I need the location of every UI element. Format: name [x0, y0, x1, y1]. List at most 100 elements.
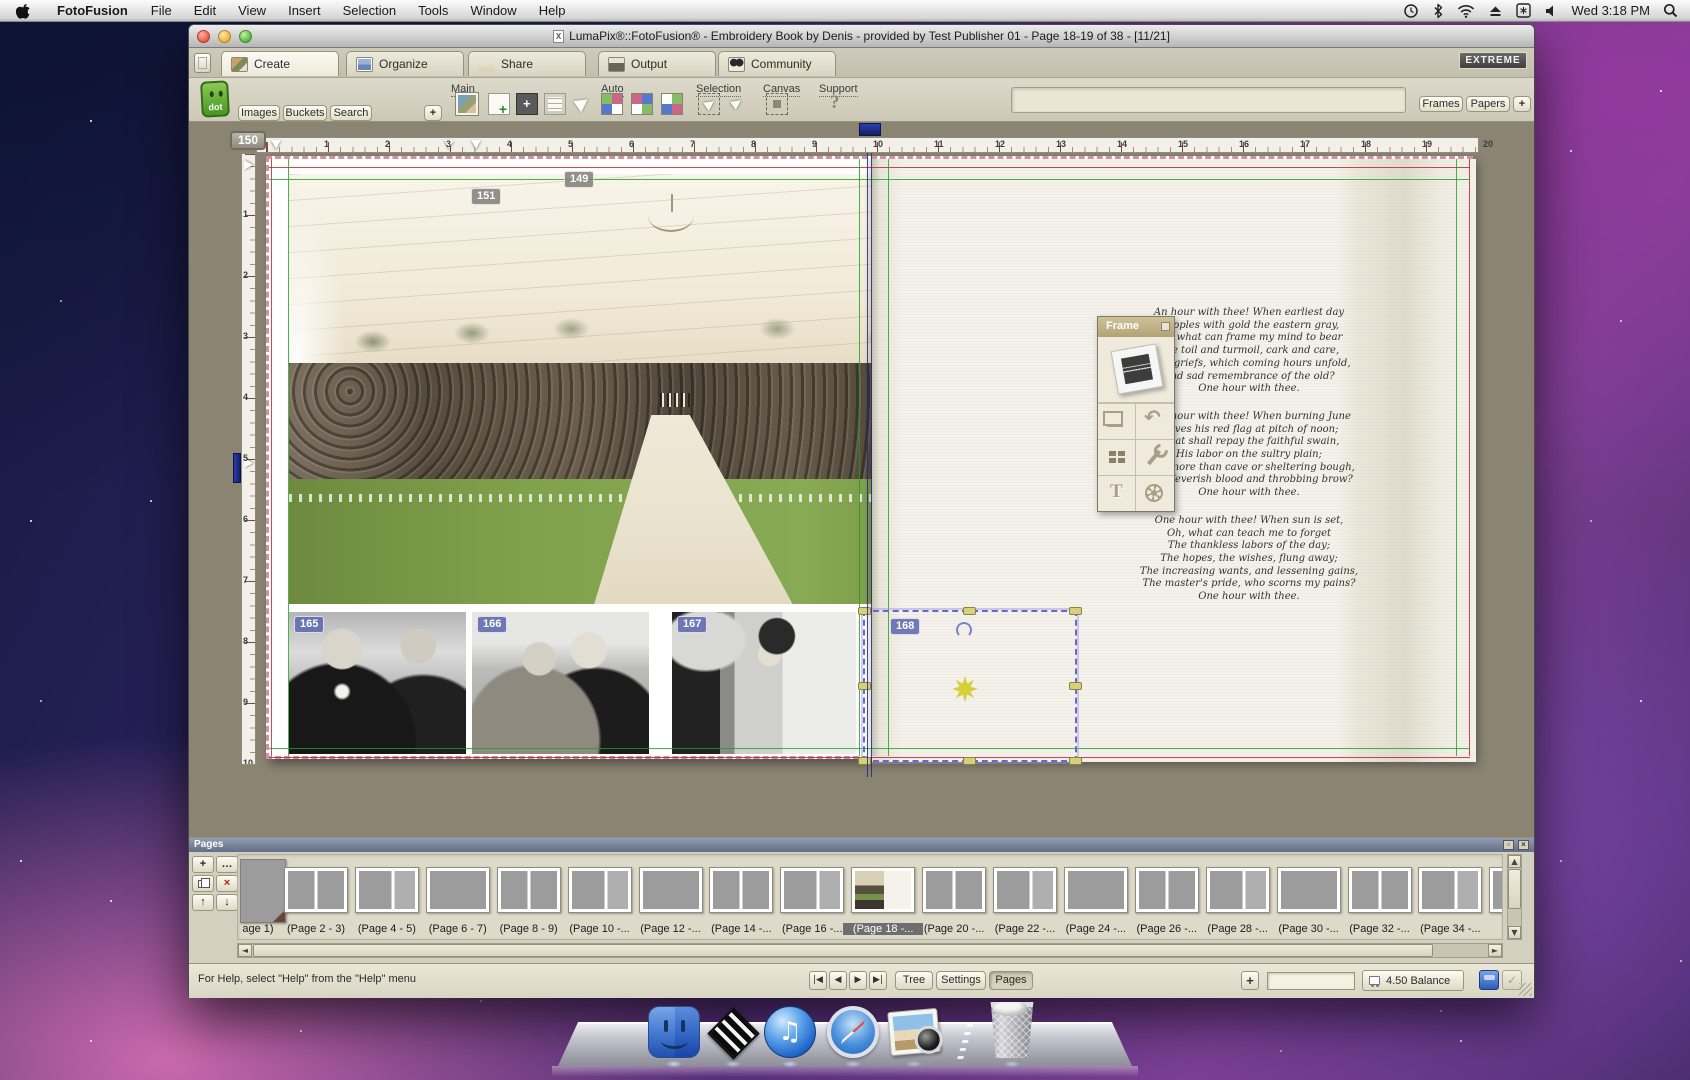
tab-organize[interactable]: Organize	[346, 51, 464, 76]
next-page-button[interactable]: ▶	[849, 971, 867, 990]
help-icon[interactable]	[824, 93, 846, 115]
dot-logo-icon[interactable]	[200, 80, 230, 117]
vertical-ruler[interactable]: 12345678910	[241, 153, 256, 765]
pages-panel-restore-button[interactable]: ▫	[1503, 840, 1514, 850]
frames-button[interactable]: Frames	[1419, 96, 1463, 112]
spotlight-icon[interactable]	[1663, 3, 1678, 18]
tree-view-button[interactable]: Tree	[895, 971, 933, 990]
flip-pointer-icon[interactable]	[572, 93, 594, 115]
papers-button[interactable]: Papers	[1466, 96, 1510, 112]
pages-horizontal-scrollbar[interactable]: ◄ ►	[237, 943, 1503, 958]
page-label[interactable]: (Page 20 -...	[914, 923, 994, 935]
marquee-select-icon[interactable]	[698, 93, 720, 115]
menu-view[interactable]: View	[227, 3, 277, 18]
resize-handle[interactable]	[858, 607, 871, 615]
strip-photo-2[interactable]	[472, 612, 649, 754]
status-input-field[interactable]	[1267, 972, 1355, 990]
page-label[interactable]: (Page 32 -...	[1340, 923, 1420, 935]
page-label[interactable]: (Page 12 -...	[631, 923, 711, 935]
time-machine-icon[interactable]	[1403, 3, 1419, 19]
window-title-bar[interactable]: X LumaPix®::FotoFusion® - Embroidery Boo…	[189, 25, 1534, 48]
menu-help[interactable]: Help	[528, 3, 577, 18]
duplicate-page-button[interactable]	[192, 875, 214, 892]
move-page-down-button[interactable]: ↓	[216, 894, 238, 911]
finder-dock-icon[interactable]	[648, 1006, 700, 1058]
page-thumbnail[interactable]	[922, 867, 986, 913]
autocollage-shuffle-icon[interactable]	[631, 93, 653, 115]
page-thumbnail[interactable]	[1348, 867, 1412, 913]
page-thumbnail[interactable]	[709, 867, 773, 913]
insert-frame-icon[interactable]	[516, 93, 538, 115]
insert-text-frame-icon[interactable]	[544, 93, 566, 115]
scrollbar-thumb[interactable]	[1508, 869, 1521, 909]
menu-file[interactable]: File	[140, 3, 183, 18]
resize-handle[interactable]	[1069, 607, 1082, 615]
ruler-guide-handle[interactable]	[859, 123, 881, 136]
pointer-select-icon[interactable]	[726, 93, 748, 115]
resize-handle[interactable]	[858, 682, 871, 690]
page-thumbnail[interactable]	[1277, 867, 1341, 913]
menu-tools[interactable]: Tools	[407, 3, 459, 18]
page-thumbnail[interactable]	[1489, 867, 1503, 913]
bluetooth-icon[interactable]	[1432, 3, 1444, 19]
page-spread[interactable]: 151 149 165 166 167 168	[266, 156, 1473, 759]
add-page-button[interactable]: +	[192, 856, 214, 873]
insert-page-icon[interactable]	[488, 93, 510, 115]
page-label[interactable]: (Page 26 -...	[1127, 923, 1207, 935]
color-wheel-tool[interactable]	[1136, 475, 1174, 511]
page-label[interactable]: (Page 18 -...	[843, 923, 923, 935]
page-label[interactable]: (Page 16 -...	[772, 923, 852, 935]
pages-panel-close-button[interactable]: ×	[1518, 840, 1529, 850]
ruler-marker-icon[interactable]	[271, 140, 281, 149]
menu-window[interactable]: Window	[459, 3, 527, 18]
pages-panel-title[interactable]: Pages	[189, 838, 1534, 852]
horizontal-ruler[interactable]: 1234567891011121314151617181920	[256, 137, 1479, 153]
workspace-toggle-icon[interactable]	[194, 53, 211, 73]
page-label[interactable]: (Page 6 - 7)	[418, 923, 498, 935]
settings-view-button[interactable]: Settings	[936, 971, 986, 990]
tab-create[interactable]: Create	[221, 51, 339, 76]
scroll-up-button[interactable]: ▲	[1508, 855, 1521, 868]
page-thumbnail[interactable]	[568, 867, 632, 913]
tab-output[interactable]: Output	[598, 51, 716, 76]
autocollage-stack-icon[interactable]	[661, 93, 683, 115]
search-button[interactable]: Search	[330, 105, 372, 121]
strip-photo-3[interactable]	[672, 612, 856, 754]
fotofusion-dock-icon[interactable]	[706, 1006, 760, 1060]
add-panel-button[interactable]: +	[1513, 96, 1531, 112]
collage-tool[interactable]	[1098, 439, 1136, 475]
previous-page-button[interactable]: ◀	[829, 971, 847, 990]
page-label[interactable]: (Page 2 - 3)	[276, 923, 356, 935]
page-thumbnail[interactable]	[780, 867, 844, 913]
page-label[interactable]: (Page 24 -...	[1056, 923, 1136, 935]
page-thumbnail[interactable]	[1064, 867, 1128, 913]
menu-insert[interactable]: Insert	[277, 3, 332, 18]
add-bucket-button[interactable]: +	[424, 105, 442, 121]
page-thumbnail[interactable]	[426, 867, 490, 913]
rotation-handle-star[interactable]	[952, 676, 978, 702]
resize-handle[interactable]	[963, 757, 976, 765]
buckets-button[interactable]: Buckets	[283, 105, 327, 121]
page-thumbnail[interactable]	[1135, 867, 1199, 913]
tab-share[interactable]: Share	[468, 51, 586, 76]
page-label[interactable]: (Page 22 -...	[985, 923, 1065, 935]
balance-button[interactable]: 4.50 Balance	[1362, 970, 1464, 991]
itunes-dock-icon[interactable]: ♫	[764, 1006, 816, 1058]
scroll-down-button[interactable]: ▼	[1508, 926, 1521, 939]
more-options-button[interactable]: …	[216, 856, 238, 873]
safari-dock-icon[interactable]	[827, 1006, 879, 1058]
iphoto-dock-icon[interactable]	[887, 1008, 941, 1056]
menu-selection[interactable]: Selection	[332, 3, 407, 18]
fit-canvas-icon[interactable]	[766, 93, 788, 115]
images-button[interactable]: Images	[238, 105, 280, 121]
text-tool[interactable]: T	[1098, 475, 1136, 511]
frame-preview[interactable]	[1098, 337, 1174, 403]
last-page-button[interactable]: ▶|	[869, 971, 887, 990]
wrench-tool[interactable]	[1136, 439, 1174, 475]
page-thumbnail[interactable]	[355, 867, 419, 913]
add-status-button[interactable]: +	[1241, 971, 1259, 990]
menu-clock[interactable]: Wed 3:18 PM	[1571, 3, 1650, 18]
scrollbar-thumb[interactable]	[253, 944, 1433, 957]
frame-stack-tool[interactable]	[1098, 403, 1136, 439]
ruler-marker-icon[interactable]	[244, 160, 253, 170]
